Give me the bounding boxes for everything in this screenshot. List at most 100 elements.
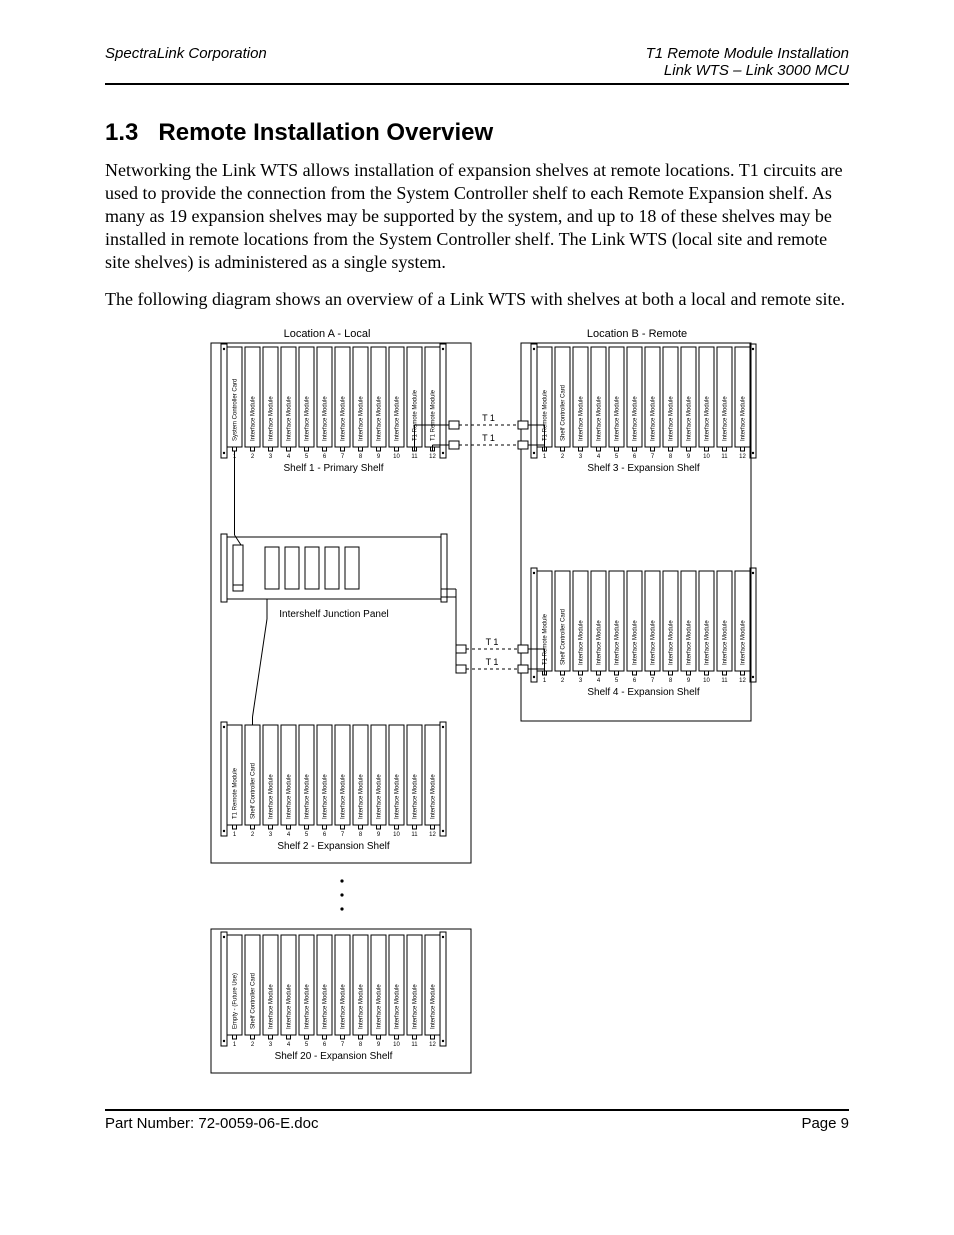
svg-text:Interface Module: Interface Module xyxy=(341,396,347,441)
svg-text:Empty - (Future Use): Empty - (Future Use) xyxy=(233,973,239,1029)
svg-text:2: 2 xyxy=(251,1042,255,1048)
svg-text:4: 4 xyxy=(597,678,601,684)
svg-text:Interface Module: Interface Module xyxy=(597,620,603,665)
svg-text:Interface Module: Interface Module xyxy=(615,620,621,665)
svg-text:Interface Module: Interface Module xyxy=(323,396,329,441)
svg-text:4: 4 xyxy=(597,454,601,460)
svg-text:Interface Module: Interface Module xyxy=(579,620,585,665)
svg-text:1: 1 xyxy=(543,678,547,684)
svg-text:Location B - Remote: Location B - Remote xyxy=(587,328,687,340)
svg-text:11: 11 xyxy=(721,678,728,684)
svg-text:Interface Module: Interface Module xyxy=(687,620,693,665)
section-title-text: Remote Installation Overview xyxy=(158,119,493,146)
svg-text:T 1: T 1 xyxy=(482,413,495,423)
svg-text:12: 12 xyxy=(739,454,746,460)
svg-text:Interface Module: Interface Module xyxy=(669,396,675,441)
svg-text:T 1: T 1 xyxy=(486,637,499,647)
svg-text:Interface Module: Interface Module xyxy=(651,396,657,441)
footer-right: Page 9 xyxy=(801,1115,849,1132)
svg-text:8: 8 xyxy=(359,832,363,838)
svg-text:9: 9 xyxy=(687,678,691,684)
svg-text:10: 10 xyxy=(393,832,400,838)
page-header: SpectraLink Corporation T1 Remote Module… xyxy=(105,45,849,79)
svg-text:Interface Module: Interface Module xyxy=(269,984,275,1029)
svg-text:Interface Module: Interface Module xyxy=(597,396,603,441)
svg-text:12: 12 xyxy=(429,832,436,838)
svg-text:Interface Module: Interface Module xyxy=(269,396,275,441)
svg-text:5: 5 xyxy=(615,454,619,460)
header-right-line1: T1 Remote Module Installation xyxy=(646,45,849,62)
svg-text:10: 10 xyxy=(703,678,710,684)
svg-text:Interface Module: Interface Module xyxy=(413,774,419,819)
svg-text:2: 2 xyxy=(251,832,255,838)
svg-text:3: 3 xyxy=(579,454,583,460)
svg-text:Interface Module: Interface Module xyxy=(359,984,365,1029)
svg-text:9: 9 xyxy=(377,1042,381,1048)
svg-text:Interface Module: Interface Module xyxy=(741,396,747,441)
svg-text:Interface Module: Interface Module xyxy=(287,774,293,819)
svg-text:4: 4 xyxy=(287,1042,291,1048)
svg-text:8: 8 xyxy=(359,1042,363,1048)
svg-text:10: 10 xyxy=(393,454,400,460)
svg-text:12: 12 xyxy=(429,454,436,460)
svg-text:2: 2 xyxy=(251,454,255,460)
svg-text:Interface Module: Interface Module xyxy=(723,396,729,441)
svg-text:7: 7 xyxy=(341,454,345,460)
svg-text:4: 4 xyxy=(287,454,291,460)
svg-text:Interface Module: Interface Module xyxy=(705,396,711,441)
svg-text:Interface Module: Interface Module xyxy=(377,984,383,1029)
svg-text:Interface Module: Interface Module xyxy=(269,774,275,819)
svg-text:3: 3 xyxy=(269,454,273,460)
svg-text:6: 6 xyxy=(323,1042,327,1048)
header-rule xyxy=(105,83,849,85)
svg-text:11: 11 xyxy=(411,454,418,460)
svg-text:Location A - Local: Location A - Local xyxy=(284,328,371,340)
svg-text:T1 Remote Module: T1 Remote Module xyxy=(233,768,239,820)
svg-text:Interface Module: Interface Module xyxy=(431,984,437,1029)
svg-text:12: 12 xyxy=(429,1042,436,1048)
svg-text:Interface Module: Interface Module xyxy=(633,620,639,665)
svg-text:T1 Remote Module: T1 Remote Module xyxy=(543,390,549,442)
svg-text:Interface Module: Interface Module xyxy=(323,774,329,819)
svg-text:Interface Module: Interface Module xyxy=(651,620,657,665)
svg-text:Interface Module: Interface Module xyxy=(741,620,747,665)
svg-text:Interface Module: Interface Module xyxy=(287,396,293,441)
svg-text:Interface Module: Interface Module xyxy=(377,774,383,819)
svg-text:Interface Module: Interface Module xyxy=(723,620,729,665)
overview-diagram: Location A - LocalLocation B - RemoteSys… xyxy=(105,325,849,1095)
svg-text:Interface Module: Interface Module xyxy=(579,396,585,441)
svg-text:3: 3 xyxy=(269,1042,273,1048)
svg-text:Interface Module: Interface Module xyxy=(377,396,383,441)
svg-text:Interface Module: Interface Module xyxy=(395,396,401,441)
svg-text:Interface Module: Interface Module xyxy=(359,396,365,441)
svg-text:Intershelf Junction Panel: Intershelf Junction Panel xyxy=(279,609,389,620)
svg-text:Shelf 20 - Expansion Shelf: Shelf 20 - Expansion Shelf xyxy=(275,1051,393,1062)
svg-text:1: 1 xyxy=(543,454,547,460)
svg-text:Interface Module: Interface Module xyxy=(251,396,257,441)
page: SpectraLink Corporation T1 Remote Module… xyxy=(0,0,954,1235)
svg-text:7: 7 xyxy=(651,454,655,460)
svg-text:Shelf 2 - Expansion Shelf: Shelf 2 - Expansion Shelf xyxy=(277,841,390,852)
paragraph-2: The following diagram shows an overview … xyxy=(105,288,849,311)
svg-text:Shelf Controller Card: Shelf Controller Card xyxy=(561,385,567,441)
svg-text:Interface Module: Interface Module xyxy=(287,984,293,1029)
svg-text:3: 3 xyxy=(579,678,583,684)
svg-text:7: 7 xyxy=(341,1042,345,1048)
svg-text:8: 8 xyxy=(669,678,673,684)
svg-text:Shelf 3 - Expansion Shelf: Shelf 3 - Expansion Shelf xyxy=(587,463,700,474)
section-heading: 1.3 Remote Installation Overview xyxy=(105,119,849,147)
svg-text:Interface Module: Interface Module xyxy=(395,984,401,1029)
svg-text:8: 8 xyxy=(669,454,673,460)
svg-text:6: 6 xyxy=(633,454,637,460)
diagram-svg: Location A - LocalLocation B - RemoteSys… xyxy=(197,325,757,1095)
footer-left: Part Number: 72-0059-06-E.doc xyxy=(105,1115,318,1132)
svg-text:Shelf 1 - Primary Shelf: Shelf 1 - Primary Shelf xyxy=(283,463,383,474)
svg-text:7: 7 xyxy=(651,678,655,684)
svg-text:6: 6 xyxy=(633,678,637,684)
svg-text:10: 10 xyxy=(393,1042,400,1048)
svg-text:Interface Module: Interface Module xyxy=(669,620,675,665)
svg-text:Interface Module: Interface Module xyxy=(341,984,347,1029)
svg-text:Interface Module: Interface Module xyxy=(705,620,711,665)
svg-text:Shelf Controller Card: Shelf Controller Card xyxy=(561,609,567,665)
svg-text:5: 5 xyxy=(615,678,619,684)
